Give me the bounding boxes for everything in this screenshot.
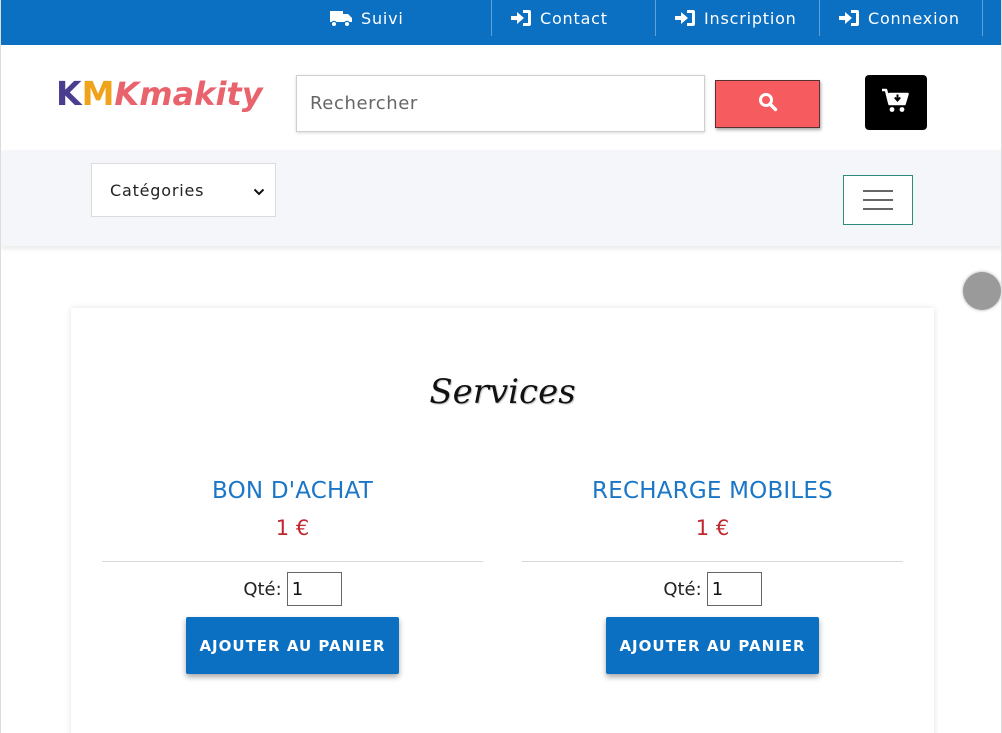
- topnav-inscription-label: Inscription: [704, 8, 797, 28]
- topnav-inscription[interactable]: Inscription: [655, 0, 819, 36]
- topnav-suivi[interactable]: Suivi: [311, 0, 491, 36]
- search-button[interactable]: [715, 80, 820, 128]
- logo-letter-k: K: [56, 74, 82, 113]
- product-price: 1 €: [275, 516, 310, 540]
- quantity-row: Qté:: [102, 572, 483, 606]
- category-bar: Catégories: [1, 150, 1001, 246]
- top-bar: Suivi Contact Inscription Connexion: [1, 0, 1001, 45]
- logo-letter-m: M: [81, 74, 115, 113]
- divider: [102, 561, 483, 562]
- hamburger-icon: [863, 208, 893, 210]
- quantity-label: Qté:: [243, 578, 282, 600]
- topnav-contact-label: Contact: [540, 8, 608, 28]
- quantity-input[interactable]: [706, 572, 762, 606]
- divider: [522, 561, 903, 562]
- quantity-label: Qté:: [663, 578, 702, 600]
- sign-in-icon: [674, 9, 696, 27]
- hamburger-icon: [863, 190, 893, 192]
- topnav-suivi-label: Suivi: [361, 8, 404, 28]
- product-card: RECHARGE MOBILES 1 € Qté: AJOUTER AU PAN…: [522, 478, 903, 674]
- search-icon: [758, 92, 778, 116]
- truck-icon: [329, 9, 353, 27]
- quantity-row: Qté:: [522, 572, 903, 606]
- logo-wordmark: Kmakity: [114, 75, 263, 113]
- sign-in-icon: [838, 9, 860, 27]
- hamburger-icon: [863, 199, 893, 201]
- product-card: BON D'ACHAT 1 € Qté: AJOUTER AU PANIER: [102, 478, 483, 674]
- add-to-cart-button[interactable]: AJOUTER AU PANIER: [186, 617, 399, 674]
- category-select-label: Catégories: [110, 180, 205, 200]
- section-title: Services: [429, 372, 576, 412]
- category-select[interactable]: Catégories: [91, 163, 276, 217]
- product-name[interactable]: BON D'ACHAT: [102, 478, 483, 504]
- chevron-down-icon: [253, 181, 265, 200]
- search-input[interactable]: [296, 75, 705, 132]
- quantity-input[interactable]: [286, 572, 342, 606]
- topnav-contact[interactable]: Contact: [491, 0, 655, 36]
- add-to-cart-button[interactable]: AJOUTER AU PANIER: [606, 617, 819, 674]
- topnav-connexion[interactable]: Connexion: [819, 0, 983, 36]
- top-nav: Suivi Contact Inscription Connexion: [311, 0, 983, 36]
- product-price: 1 €: [695, 516, 730, 540]
- hamburger-menu-button[interactable]: [843, 175, 913, 225]
- sign-in-icon: [510, 9, 532, 27]
- site-logo[interactable]: KMKmakity: [56, 74, 263, 114]
- scroll-indicator[interactable]: [963, 272, 1001, 310]
- cart-button[interactable]: [865, 75, 927, 130]
- cart-download-icon: [881, 88, 911, 118]
- page: Suivi Contact Inscription Connexion KMKm…: [0, 0, 1002, 733]
- services-card: Services BON D'ACHAT 1 € Qté: AJOUTER AU…: [71, 308, 934, 733]
- topnav-connexion-label: Connexion: [868, 8, 960, 28]
- product-name[interactable]: RECHARGE MOBILES: [522, 478, 903, 504]
